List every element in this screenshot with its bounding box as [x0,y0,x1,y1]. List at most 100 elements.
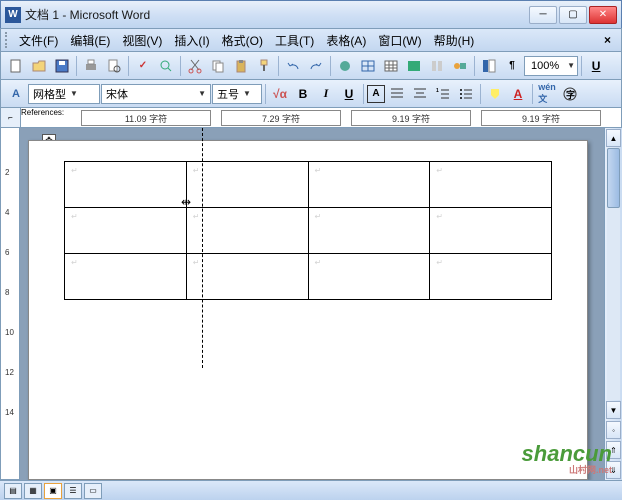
redo-icon[interactable] [305,55,327,77]
table-cell[interactable] [186,254,308,300]
menu-tools[interactable]: 工具(T) [269,30,320,51]
italic-button[interactable]: I [315,83,337,105]
style-combo[interactable]: 网格型▼ [28,84,100,104]
status-bar: ▤ ▦ ▣ ☰ ▭ [0,480,622,500]
browse-object-button[interactable]: ◦ [606,421,621,439]
close-document-button[interactable]: × [598,31,617,49]
zoom-value: 100% [527,60,563,72]
table-cell[interactable] [186,208,308,254]
show-marks-icon[interactable]: ¶ [501,55,523,77]
menu-insert[interactable]: 插入(I) [168,30,215,51]
outline-view-button[interactable]: ☰ [64,483,82,499]
table-cell[interactable] [65,254,187,300]
horizontal-ruler[interactable]: ⌐ 11.09 字符References: 7.29 字符 9.19 字符 9.… [0,108,622,128]
equation-icon[interactable]: √α [269,83,291,105]
hyperlink-icon[interactable] [334,55,356,77]
table-cell[interactable] [65,162,187,208]
menu-table[interactable]: 表格(A) [320,30,372,51]
scroll-down-button[interactable]: ▼ [606,401,621,419]
document-area: 2 4 6 8 10 12 14 ✥ ⇹ ▲ ▼ ◦ ⇑ ⇓ [0,128,622,480]
print-preview-icon[interactable] [103,55,125,77]
scroll-track[interactable] [607,148,620,400]
close-button[interactable]: ✕ [589,6,617,24]
print-layout-view-button[interactable]: ▣ [44,483,62,499]
font-name-combo[interactable]: 宋体▼ [101,84,211,104]
web-view-button[interactable]: ▦ [24,483,42,499]
table-row [65,208,552,254]
new-doc-icon[interactable] [5,55,27,77]
menu-view[interactable]: 视图(V) [116,30,168,51]
table-cell[interactable] [65,208,187,254]
chevron-down-icon: ▼ [70,89,78,98]
save-icon[interactable] [51,55,73,77]
scroll-up-button[interactable]: ▲ [606,129,621,147]
column-width-3: 9.19 字符 [351,110,471,126]
phonetic-guide-icon[interactable]: wén文 [536,83,558,105]
table-cell[interactable] [186,162,308,208]
table-cell[interactable] [430,162,552,208]
chevron-down-icon: ▼ [243,89,251,98]
formatting-toolbar: A 网格型▼ 宋体▼ 五号▼ √α B I U A 1 A wén文 字 [0,80,622,108]
scroll-thumb[interactable] [607,148,620,208]
tab-selector[interactable]: ⌐ [1,108,21,127]
copy-icon[interactable] [207,55,229,77]
toolbar-grip[interactable] [5,32,9,48]
font-color-icon[interactable]: A [507,83,529,105]
underline-button-tb[interactable]: U [585,55,607,77]
watermark: shancun 山村网.net [522,441,612,476]
print-icon[interactable] [80,55,102,77]
table-cell[interactable] [430,254,552,300]
document-table[interactable] [64,161,552,300]
page[interactable]: ⇹ [28,140,588,480]
table-cell[interactable] [430,208,552,254]
column-width-4: 9.19 字符 [481,110,601,126]
highlight-icon[interactable] [484,83,506,105]
normal-view-button[interactable]: ▤ [4,483,22,499]
word-app-icon: W [5,7,21,23]
menu-help[interactable]: 帮助(H) [428,30,481,51]
insert-table-icon[interactable] [380,55,402,77]
excel-icon[interactable] [403,55,425,77]
window-title: 文档 1 - Microsoft Word [25,6,529,23]
underline-button[interactable]: U [338,83,360,105]
menu-window[interactable]: 窗口(W) [372,30,427,51]
minimize-button[interactable]: ─ [529,6,557,24]
table-cell[interactable] [308,162,430,208]
styles-pane-icon[interactable]: A [5,83,27,105]
menu-bar: 文件(F) 编辑(E) 视图(V) 插入(I) 格式(O) 工具(T) 表格(A… [0,28,622,52]
document-viewport[interactable]: ✥ ⇹ [20,128,604,480]
column-width-2: 7.29 字符 [221,110,341,126]
numbered-list-icon[interactable]: 1 [432,83,454,105]
align-justify-icon[interactable] [386,83,408,105]
ruler-track: 11.09 字符References: 7.29 字符 9.19 字符 9.19… [21,108,621,127]
research-icon[interactable] [155,55,177,77]
columns-icon[interactable] [426,55,448,77]
svg-text:1: 1 [436,88,439,94]
spellcheck-icon[interactable]: ✓ [132,55,154,77]
paste-icon[interactable] [230,55,252,77]
doc-map-icon[interactable] [478,55,500,77]
font-size-combo[interactable]: 五号▼ [212,84,262,104]
bullet-list-icon[interactable] [455,83,477,105]
tables-borders-icon[interactable] [357,55,379,77]
title-bar: W 文档 1 - Microsoft Word ─ ▢ ✕ [0,0,622,28]
table-cell[interactable] [308,254,430,300]
enclose-char-icon[interactable]: 字 [559,83,581,105]
zoom-combo[interactable]: 100% ▼ [524,56,578,76]
format-painter-icon[interactable] [253,55,275,77]
table-cell[interactable] [308,208,430,254]
vertical-ruler[interactable]: 2 4 6 8 10 12 14 [0,128,20,480]
align-center-icon[interactable] [409,83,431,105]
menu-format[interactable]: 格式(O) [216,30,269,51]
char-border-icon[interactable]: A [367,85,385,103]
reading-view-button[interactable]: ▭ [84,483,102,499]
vertical-scrollbar[interactable]: ▲ ▼ ◦ ⇑ ⇓ [604,128,622,480]
bold-button[interactable]: B [292,83,314,105]
cut-icon[interactable] [184,55,206,77]
maximize-button[interactable]: ▢ [559,6,587,24]
menu-file[interactable]: 文件(F) [13,30,64,51]
drawing-icon[interactable] [449,55,471,77]
menu-edit[interactable]: 编辑(E) [64,30,116,51]
open-icon[interactable] [28,55,50,77]
undo-icon[interactable] [282,55,304,77]
